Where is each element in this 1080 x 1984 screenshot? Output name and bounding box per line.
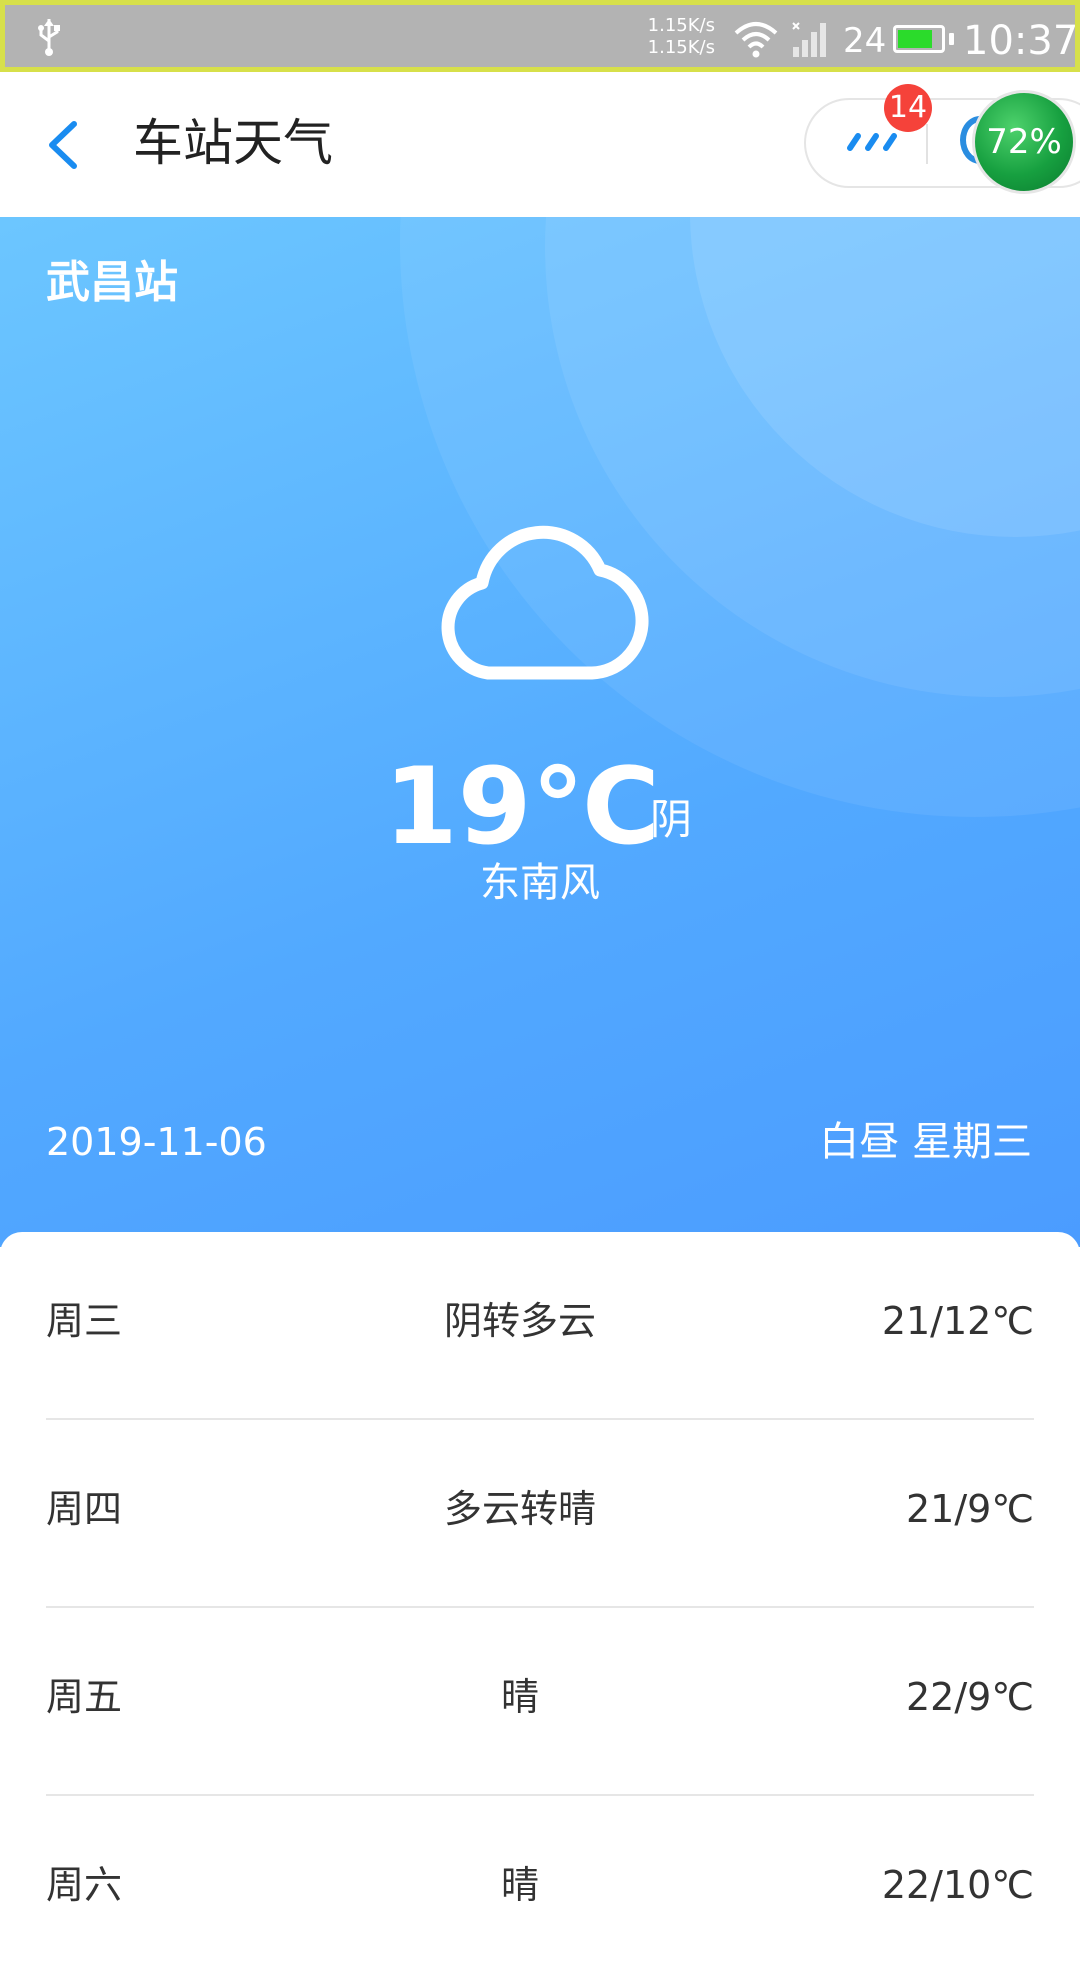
network-speed-up: 1.15K/s: [647, 15, 715, 36]
battery-icon: [893, 25, 945, 53]
floating-memory-widget[interactable]: 72%: [972, 90, 1076, 194]
period-weekday: 白昼 星期三: [819, 1119, 1032, 1165]
forecast-range: 22/10℃: [881, 1863, 1034, 1907]
station-name: 武昌站: [46, 257, 178, 308]
wifi-icon: [734, 22, 778, 58]
page-title: 车站天气: [133, 114, 333, 172]
battery-tip: [949, 33, 954, 45]
list-item: 周三 阴转多云 21/12℃: [0, 1232, 1080, 1420]
clock: 10:37: [963, 18, 1079, 64]
list-item: 周四 多云转晴 21/9℃: [0, 1420, 1080, 1608]
wind-direction: 东南风: [480, 860, 600, 906]
forecast-desc: 晴: [500, 1863, 539, 1907]
battery-level: [898, 30, 932, 48]
network-speed-down: 1.15K/s: [647, 37, 715, 58]
forecast-day: 周六: [46, 1863, 123, 1907]
weather-panel: 武昌站 19℃ 阴 东南风 2019-11-06 白昼 星期三: [0, 217, 1080, 1247]
signal-icon: [792, 22, 826, 57]
forecast-range: 21/12℃: [881, 1299, 1034, 1343]
current-temperature: 19℃: [384, 745, 660, 868]
list-item: 周六 晴 22/10℃: [0, 1796, 1080, 1984]
more-dots-icon[interactable]: [844, 130, 904, 154]
forecast-range: 21/9℃: [905, 1487, 1034, 1531]
capsule-divider: [926, 124, 928, 164]
notification-badge: 14: [884, 84, 932, 132]
forecast-day: 周四: [46, 1487, 123, 1531]
list-item: 周五 晴 22/9℃: [0, 1608, 1080, 1796]
date-label: 2019-11-06: [46, 1120, 267, 1164]
current-condition: 阴: [650, 795, 693, 844]
forecast-desc: 阴转多云: [443, 1299, 596, 1343]
forecast-day: 周五: [46, 1675, 123, 1719]
network-speed: 1.15K/s 1.15K/s: [639, 15, 715, 59]
forecast-range: 22/9℃: [905, 1675, 1034, 1719]
forecast-list: 周三 阴转多云 21/12℃ 周四 多云转晴 21/9℃ 周五 晴 22/9℃ …: [0, 1232, 1080, 1932]
signal-number: 24: [843, 21, 887, 61]
forecast-desc: 多云转晴: [443, 1487, 596, 1531]
status-bar: 1.15K/s 1.15K/s 24 10:37: [0, 0, 1080, 72]
back-button[interactable]: [36, 110, 96, 180]
cloud-icon: [441, 525, 649, 680]
forecast-desc: 晴: [500, 1675, 539, 1719]
forecast-day: 周三: [46, 1299, 123, 1343]
usb-icon: [38, 19, 60, 56]
